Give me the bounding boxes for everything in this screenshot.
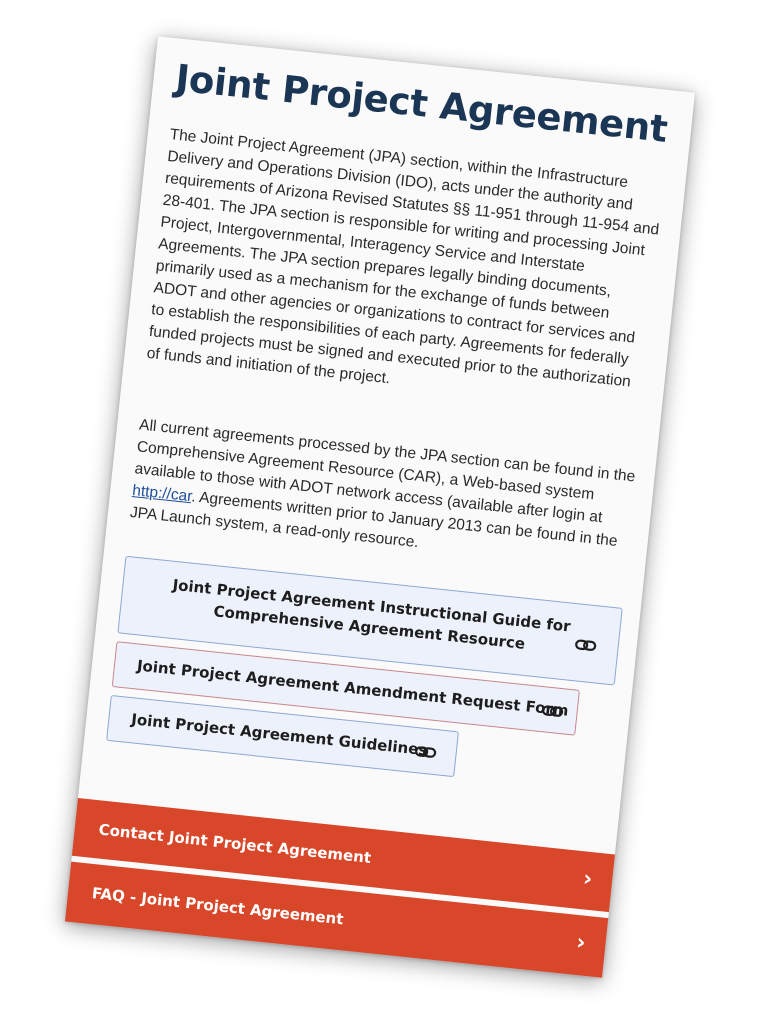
screenshot-stage: Joint Project Agreement The Joint Projec… (0, 0, 760, 1015)
faq-jpa-label: FAQ - Joint Project Agreement (91, 884, 345, 929)
link-icon (572, 632, 598, 658)
chevron-right-icon: › (575, 929, 587, 956)
contact-jpa-label: Contact Joint Project Agreement (97, 820, 372, 867)
car-link[interactable]: http://car (131, 482, 192, 505)
intro-paragraph: The Joint Project Agreement (JPA) sectio… (145, 126, 660, 391)
instructional-guide-label: Joint Project Agreement Instructional Gu… (171, 575, 572, 653)
link-icon (539, 698, 565, 724)
guidelines-label: Joint Project Agreement Guidelines (130, 710, 429, 760)
link-icon (412, 739, 438, 765)
chevron-right-icon: › (581, 866, 594, 893)
current-agreements-paragraph: All current agreements processed by the … (129, 414, 638, 576)
jpa-content-card: Joint Project Agreement The Joint Projec… (64, 36, 696, 978)
